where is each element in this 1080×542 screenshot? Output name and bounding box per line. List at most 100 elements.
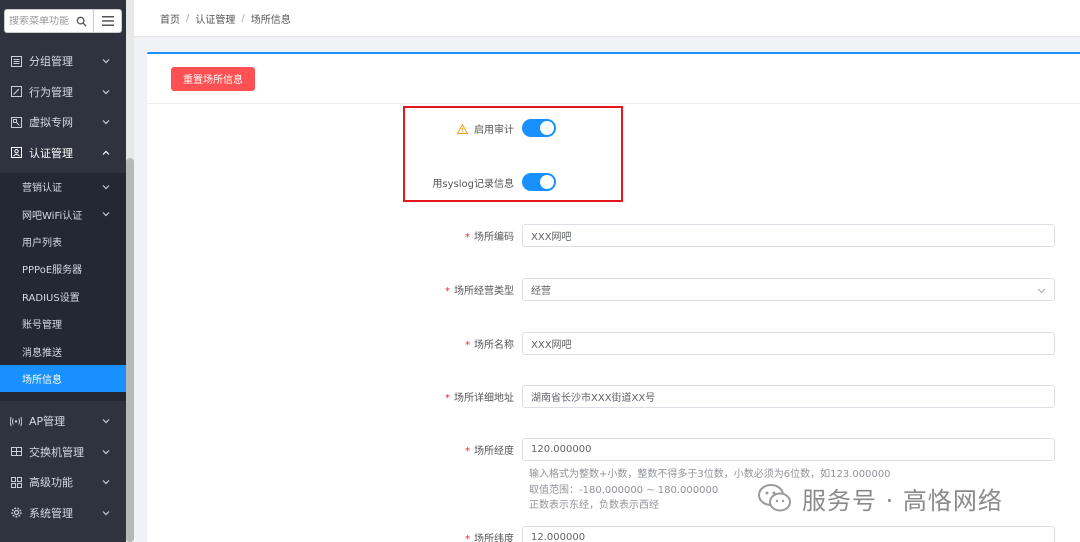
sub-item-netcafe-wifi-auth[interactable]: 网吧WiFi认证 (0, 200, 126, 227)
breadcrumb-separator: / (186, 12, 190, 24)
chevron-down-icon (102, 510, 110, 516)
business-type-label: 场所经营类型 (454, 286, 514, 297)
menu-item-auth-management[interactable]: 认证管理 (0, 138, 126, 169)
place-name-label-wrap: * 场所名称 (147, 336, 522, 351)
chevron-down-icon (102, 184, 110, 190)
watermark: 服务号 · 高恪网络 (758, 480, 1003, 516)
menu-search-input[interactable] (9, 15, 75, 27)
sidebar-search (4, 9, 122, 33)
business-type-row: * 场所经营类型 经营 (147, 278, 1080, 301)
menu-item-label: 系统管理 (29, 506, 73, 520)
gear-icon (10, 507, 22, 519)
sub-item-label: 账号管理 (22, 320, 62, 332)
longitude-label: 场所经度 (474, 446, 514, 457)
auth-submenu: 营销认证 网吧WiFi认证 用户列表 PPPoE服务器 RADIUS设置 账号管… (0, 173, 126, 401)
breadcrumb-home[interactable]: 首页 (160, 11, 180, 26)
address-row: * 场所详细地址 湖南省长沙市XXX街道XX号 (147, 385, 1080, 408)
sub-item-label: 场所信息 (22, 374, 62, 386)
sidebar: 分组管理 行为管理 虚拟专网 认证管理 营销认证 网吧WiFi认证 用户列表 (0, 0, 126, 542)
place-name-input[interactable]: XXX网吧 (522, 332, 1055, 355)
place-code-label-wrap: * 场所编码 (147, 228, 522, 243)
menu-toggle-button[interactable] (94, 9, 122, 33)
sub-item-label: 营销认证 (22, 183, 62, 195)
wifi-antenna-icon (10, 415, 22, 427)
place-code-row: * 场所编码 XXX网吧 (147, 224, 1080, 247)
highlight-annotation-box (403, 106, 623, 202)
breadcrumb-current: 场所信息 (250, 14, 291, 26)
chevron-down-icon (102, 59, 110, 64)
search-box[interactable] (4, 9, 94, 33)
breadcrumb-separator: / (241, 12, 245, 24)
chevron-down-icon (102, 449, 110, 455)
scrollbar-thumb[interactable] (126, 158, 134, 542)
sidebar-scrollbar[interactable] (126, 0, 134, 542)
longitude-row: * 场所经度 120.000000 (147, 438, 1080, 461)
sub-item-user-list[interactable]: 用户列表 (0, 228, 126, 255)
business-type-select[interactable]: 经营 (522, 278, 1055, 301)
chevron-down-icon (102, 480, 110, 485)
menu-item-label: 认证管理 (29, 146, 73, 160)
sub-item-label: 网吧WiFi认证 (22, 210, 83, 222)
chevron-up-icon (102, 150, 110, 155)
id-card-icon (10, 147, 22, 159)
grid-icon (10, 476, 22, 488)
latitude-input[interactable]: 12.000000 (522, 526, 1055, 542)
latitude-row: * 场所纬度 12.000000 (147, 526, 1080, 542)
chevron-down-icon (1037, 288, 1046, 294)
required-mark: * (465, 340, 470, 351)
switch-icon (10, 446, 22, 458)
menu-bottom: AP管理 交换机管理 高级功能 系统管理 (0, 406, 126, 528)
breadcrumb: 首页 / 认证管理 / 场所信息 (134, 0, 1080, 37)
required-mark: * (465, 446, 470, 457)
address-label-wrap: * 场所详细地址 (147, 389, 522, 404)
reset-place-info-button[interactable]: 重置场所信息 (171, 66, 255, 91)
required-mark: * (465, 534, 470, 542)
menu-item-group-management[interactable]: 分组管理 (0, 46, 126, 77)
sub-item-place-info[interactable]: 场所信息 (0, 364, 126, 393)
chevron-down-icon (102, 419, 110, 424)
place-code-input[interactable]: XXX网吧 (522, 224, 1055, 247)
business-type-value: 经营 (531, 286, 551, 297)
sub-item-radius-settings[interactable]: RADIUS设置 (0, 283, 126, 310)
network-icon (10, 116, 22, 128)
menu-item-label: 行为管理 (29, 85, 73, 99)
menu-item-advanced-features[interactable]: 高级功能 (0, 467, 126, 498)
edit-icon (10, 86, 22, 98)
breadcrumb-auth-management[interactable]: 认证管理 (195, 11, 235, 26)
card-toolbar: 重置场所信息 (147, 54, 1080, 104)
watermark-text: 服务号 · 高恪网络 (802, 486, 1003, 515)
menu-item-ap-management[interactable]: AP管理 (0, 406, 126, 437)
menu-top: 分组管理 行为管理 虚拟专网 认证管理 (0, 46, 126, 168)
chevron-down-icon (102, 89, 110, 95)
sub-item-message-push[interactable]: 消息推送 (0, 337, 126, 364)
menu-item-vpn[interactable]: 虚拟专网 (0, 107, 126, 138)
menu-item-label: 虚拟专网 (29, 116, 73, 130)
menu-item-label: AP管理 (29, 415, 66, 429)
longitude-label-wrap: * 场所经度 (147, 442, 522, 457)
address-input[interactable]: 湖南省长沙市XXX街道XX号 (522, 385, 1055, 408)
address-label: 场所详细地址 (454, 393, 514, 404)
menu-item-label: 高级功能 (29, 476, 73, 490)
wechat-logo-icon (758, 484, 791, 512)
required-mark: * (465, 232, 470, 243)
sub-item-pppoe-server[interactable]: PPPoE服务器 (0, 255, 126, 282)
sub-item-marketing-auth[interactable]: 营销认证 (0, 173, 126, 200)
sub-item-account-management[interactable]: 账号管理 (0, 310, 126, 337)
list-icon (10, 55, 22, 67)
menu-item-label: 交换机管理 (29, 445, 84, 459)
latitude-label-wrap: * 场所纬度 (147, 530, 522, 542)
latitude-label: 场所纬度 (474, 534, 514, 542)
required-mark: * (445, 393, 450, 404)
menu-item-switch-management[interactable]: 交换机管理 (0, 437, 126, 468)
hamburger-icon (101, 16, 114, 26)
search-icon[interactable] (75, 15, 87, 27)
place-name-row: * 场所名称 XXX网吧 (147, 332, 1080, 355)
required-mark: * (445, 286, 450, 297)
sub-item-label: RADIUS设置 (22, 292, 80, 304)
chevron-down-icon (102, 212, 110, 217)
longitude-input[interactable]: 120.000000 (522, 438, 1055, 461)
menu-item-label: 分组管理 (29, 55, 73, 69)
menu-item-behavior-management[interactable]: 行为管理 (0, 77, 126, 108)
menu-item-system-management[interactable]: 系统管理 (0, 498, 126, 529)
sub-item-label: PPPoE服务器 (22, 265, 83, 277)
